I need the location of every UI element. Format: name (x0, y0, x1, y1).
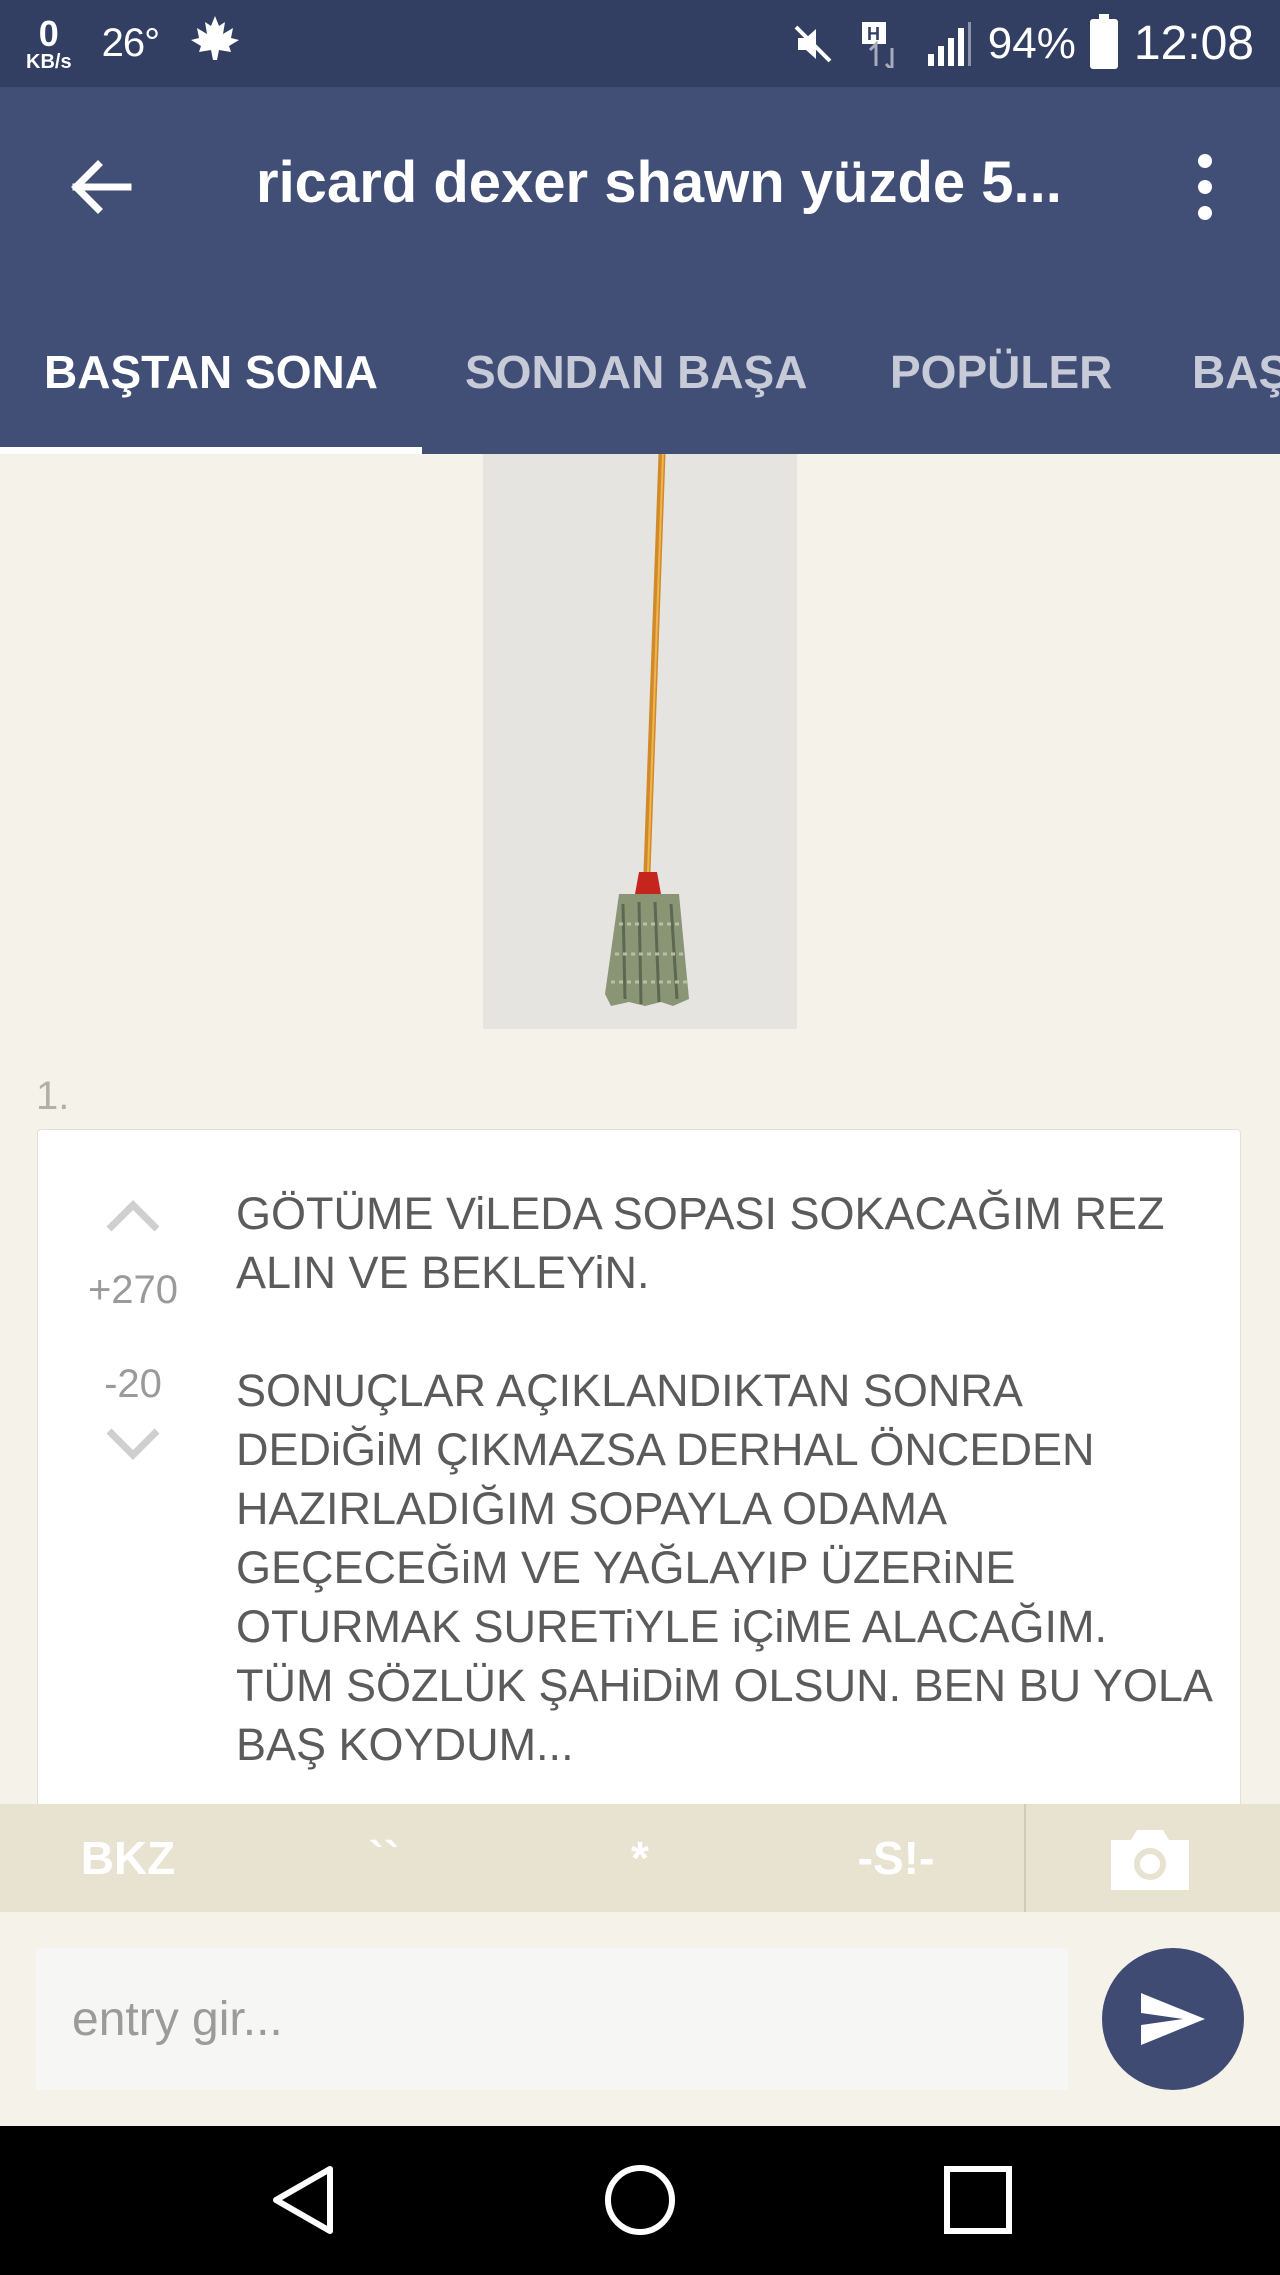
nav-back-button[interactable] (258, 2160, 348, 2240)
chevron-up-icon (106, 1200, 160, 1232)
clock: 12:08 (1133, 17, 1254, 70)
circle-home-icon (605, 2165, 675, 2235)
mop-image (483, 454, 797, 1029)
network-speed-unit: KB/s (26, 50, 72, 73)
status-bar: 0 KB/s 26° H 94% 12:08 (0, 0, 1280, 87)
entry-paragraph: GÖTÜME ViLEDA SOPASI SOKACAĞIM REZ ALIN … (236, 1188, 1165, 1298)
network-speed: 0 KB/s (26, 12, 72, 73)
tab-bar: BAŞTAN SONA SONDAN BAŞA POPÜLER BAŞ (0, 287, 1280, 454)
bkz-button[interactable]: BKZ (28, 1804, 228, 1912)
maple-leaf-icon (189, 14, 241, 73)
mute-icon (792, 23, 834, 65)
nav-home-button[interactable] (595, 2160, 685, 2240)
composer (0, 1912, 1280, 2126)
camera-button[interactable] (1105, 1824, 1195, 1894)
battery-percent: 94% (987, 18, 1076, 68)
downvote-button[interactable] (98, 1420, 168, 1470)
toolbar-divider (1024, 1804, 1026, 1912)
temperature: 26° (101, 21, 160, 65)
spoiler-button[interactable]: -S!- (796, 1804, 996, 1912)
navigation-bar (0, 2126, 1280, 2275)
entry-body: GÖTÜME ViLEDA SOPASI SOKACAĞIM REZ ALIN … (236, 1184, 1216, 1804)
send-icon (1141, 1993, 1205, 2045)
svg-text:H: H (867, 24, 880, 44)
upvote-button[interactable] (98, 1190, 168, 1240)
network-speed-value: 0 (38, 12, 59, 54)
format-toolbar: BKZ `` * -S!- (0, 1804, 1280, 1912)
chevron-down-icon (106, 1428, 160, 1460)
more-options-button[interactable] (1170, 147, 1240, 227)
downvote-count: -20 (104, 1362, 162, 1406)
camera-icon (1111, 1830, 1189, 1890)
back-button[interactable] (60, 147, 140, 227)
battery-icon (1089, 13, 1118, 69)
entry-paragraph: SONUÇLAR AÇIKLANDIKTAN SONRA DEDiĞiM ÇIK… (236, 1365, 1211, 1770)
tab-bastan-sona[interactable]: BAŞTAN SONA (44, 345, 378, 399)
more-vert-icon (1198, 154, 1212, 168)
tab-indicator (0, 447, 422, 454)
backtick-button[interactable]: `` (284, 1804, 484, 1912)
app-bar: ricard dexer shawn yüzde 5... (0, 87, 1280, 287)
upvote-count: +270 (87, 1268, 179, 1312)
back-arrow-icon (71, 160, 132, 214)
tab-populer[interactable]: POPÜLER (890, 345, 1112, 399)
entry-card: +270 -20 GÖTÜME ViLEDA SOPASI SOKACAĞIM … (37, 1129, 1241, 1804)
nav-recents-button[interactable] (933, 2160, 1023, 2240)
asterisk-button[interactable]: * (540, 1804, 740, 1912)
entry-input[interactable] (36, 1948, 1068, 2090)
tab-bas[interactable]: BAŞ (1192, 345, 1280, 399)
square-recents-icon (944, 2166, 1012, 2234)
tab-sondan-basa[interactable]: SONDAN BAŞA (465, 345, 807, 399)
entry-list[interactable]: 1. +270 -20 GÖTÜME ViLEDA SOPASI SOKACAĞ… (0, 454, 1280, 1804)
triangle-back-icon (273, 2166, 333, 2234)
page-title: ricard dexer shawn yüzde 5... (256, 150, 1062, 215)
hspa-data-icon: H (860, 20, 900, 68)
signal-icon (926, 20, 972, 68)
send-button[interactable] (1102, 1948, 1244, 2090)
entry-number: 1. (36, 1074, 70, 1118)
